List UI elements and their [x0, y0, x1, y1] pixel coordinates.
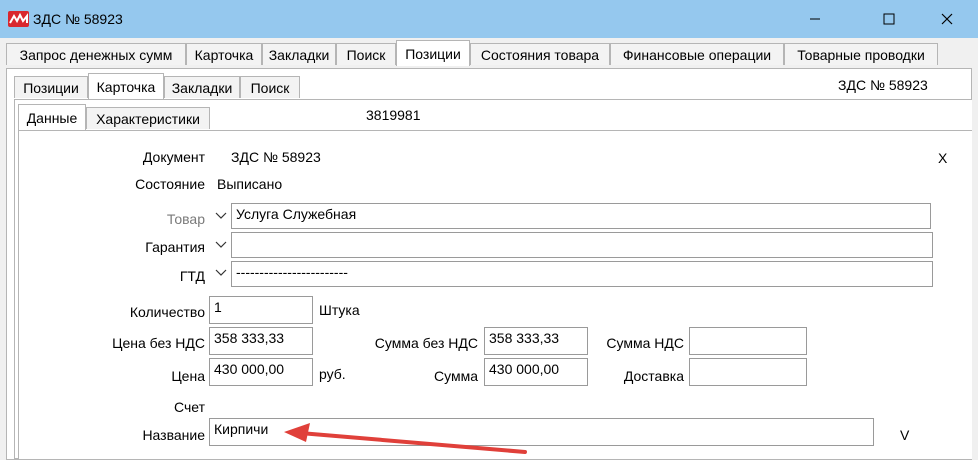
- gtd-dropdown[interactable]: [212, 262, 230, 284]
- tab-inner-card[interactable]: Карточка: [88, 73, 164, 99]
- tab-goods-states[interactable]: Состояния товара: [470, 43, 610, 65]
- minimize-icon: [810, 18, 820, 20]
- chevron-down-icon: [215, 212, 227, 219]
- sum-novat-field[interactable]: 358 333,33: [484, 327, 588, 355]
- vat-label: Сумма НДС: [606, 335, 684, 351]
- document-value: ЗДС № 58923: [231, 149, 321, 165]
- tab-inner-search[interactable]: Поиск: [240, 76, 300, 98]
- maximize-button[interactable]: [866, 0, 912, 38]
- price-field[interactable]: 430 000,00: [209, 358, 313, 386]
- goods-field[interactable]: Услуга Служебная: [231, 203, 931, 229]
- name-label: Название: [142, 427, 205, 443]
- goods-dropdown[interactable]: [212, 205, 230, 227]
- tab-inner-bookmarks[interactable]: Закладки: [164, 76, 240, 98]
- window-title: ЗДС № 58923: [33, 11, 123, 27]
- price-unit: руб.: [319, 366, 346, 382]
- tab-characteristics[interactable]: Характеристики: [86, 107, 210, 129]
- tab-bookmarks[interactable]: Закладки: [262, 43, 336, 65]
- quantity-unit: Штука: [319, 302, 360, 318]
- delivery-label: Доставка: [623, 368, 684, 384]
- chevron-down-icon: [215, 241, 227, 248]
- sum-field[interactable]: 430 000,00: [484, 358, 588, 386]
- header-doc-number: ЗДС № 58923: [838, 77, 928, 93]
- price-novat-field[interactable]: 358 333,33: [209, 327, 313, 355]
- sum-novat-label: Сумма без НДС: [374, 335, 478, 351]
- guarantee-dropdown[interactable]: [212, 234, 230, 256]
- quantity-label: Количество: [129, 304, 205, 320]
- maximize-icon: [883, 13, 895, 25]
- goods-label: Товар: [166, 211, 205, 227]
- minimize-button[interactable]: [792, 0, 838, 38]
- tab-goods-entries[interactable]: Товарные проводки: [784, 43, 938, 65]
- document-label: Документ: [142, 149, 205, 165]
- invoice-label: Счет: [174, 399, 205, 415]
- vat-field[interactable]: [689, 327, 807, 355]
- tab-search[interactable]: Поиск: [336, 43, 396, 65]
- tab-financial-ops[interactable]: Финансовые операции: [610, 43, 784, 65]
- close-x-button[interactable]: X: [938, 150, 947, 166]
- outer-tab-strip: Запрос денежных сумм Карточка Закладки П…: [0, 38, 978, 70]
- tab-positions[interactable]: Позиции: [396, 40, 470, 66]
- id-value: 3819981: [366, 107, 421, 123]
- app-logo-icon: [8, 11, 29, 27]
- close-icon: [941, 13, 953, 25]
- sum-label: Сумма: [434, 368, 478, 384]
- guarantee-label: Гарантия: [145, 239, 205, 255]
- state-value: Выписано: [217, 176, 283, 192]
- annotation-arrow: [284, 423, 527, 454]
- close-button[interactable]: [924, 0, 970, 38]
- quantity-field[interactable]: 1: [209, 296, 313, 324]
- name-suffix: V: [900, 427, 910, 443]
- delivery-field[interactable]: [689, 358, 807, 386]
- tab-inner-positions[interactable]: Позиции: [14, 76, 88, 98]
- tab-data[interactable]: Данные: [18, 104, 86, 130]
- state-label: Состояние: [135, 176, 205, 192]
- tab-money-request[interactable]: Запрос денежных сумм: [6, 43, 186, 65]
- guarantee-field[interactable]: [231, 232, 933, 258]
- gtd-field[interactable]: ------------------------: [231, 261, 933, 287]
- tab-card[interactable]: Карточка: [186, 43, 262, 65]
- price-label: Цена: [171, 368, 205, 384]
- chevron-down-icon: [215, 269, 227, 276]
- price-novat-label: Цена без НДС: [112, 335, 205, 351]
- gtd-label: ГТД: [179, 268, 205, 284]
